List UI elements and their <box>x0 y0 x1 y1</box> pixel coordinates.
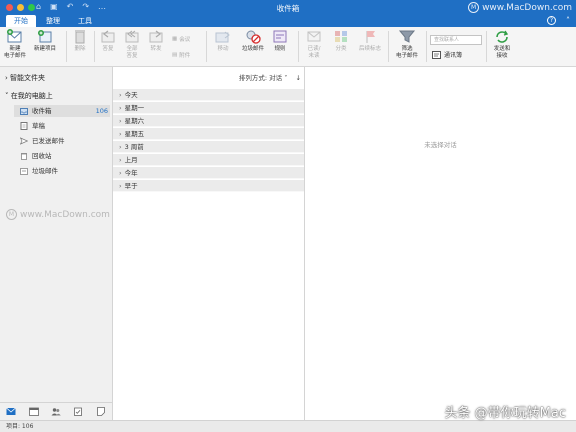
folder-trash[interactable]: 回收站 <box>20 150 108 162</box>
move-folder-icon <box>214 29 232 44</box>
watermark-logo-icon: M <box>6 209 17 220</box>
title-bar: ⌂ ▣ ↶ ↷ … 收件箱 M www.MacDown.com 开始 整理 工具… <box>0 0 576 27</box>
tasks-icon[interactable] <box>73 407 83 416</box>
search-people-input[interactable]: 查找联系人 <box>430 35 482 45</box>
tab-tools[interactable]: 工具 <box>70 15 100 27</box>
watermark-top: M www.MacDown.com <box>468 2 572 13</box>
inbox-icon <box>20 108 28 115</box>
rules-button[interactable]: 规则 <box>270 29 290 53</box>
new-email-button[interactable]: 新建 电子邮件 <box>4 29 26 59</box>
list-group-header[interactable]: 今年 <box>113 167 304 179</box>
watermark-top-text: www.MacDown.com <box>482 2 572 13</box>
attachment-icon: ▤ <box>172 52 178 58</box>
message-list: 排列方式: 对话 ˅ ↓ 今天 星期一 星期六 星期五 3 周前 上月 今年 早… <box>113 67 305 420</box>
junk-button[interactable]: 垃圾邮件 <box>240 29 266 53</box>
on-my-computer-header[interactable]: ˅ 在我的电脑上 <box>5 91 53 101</box>
chevron-down-icon: ˅ <box>284 74 288 82</box>
list-group-header[interactable]: 今天 <box>113 89 304 101</box>
address-book-icon <box>432 50 441 59</box>
list-group-header[interactable]: 3 周前 <box>113 141 304 153</box>
calendar-icon[interactable] <box>28 407 39 416</box>
sort-direction-icon[interactable]: ↓ <box>296 74 301 82</box>
category-squares-icon <box>332 29 350 44</box>
follow-up-button[interactable]: 后续标志 <box>356 29 384 53</box>
forward-button[interactable]: 转发 <box>146 29 166 53</box>
watermark-logo-icon: M <box>468 2 480 13</box>
send-receive-icon <box>493 29 511 44</box>
sort-control[interactable]: 排列方式: 对话 ˅ ↓ <box>113 72 301 82</box>
trash-can-icon <box>71 29 89 44</box>
notes-icon[interactable] <box>96 407 106 416</box>
sent-icon <box>20 137 28 145</box>
people-icon[interactable] <box>51 407 61 416</box>
ribbon-tabs: 开始 整理 工具 <box>6 15 100 27</box>
item-count: 项目: 106 <box>6 423 34 430</box>
tab-organize[interactable]: 整理 <box>38 15 68 27</box>
sort-label[interactable]: 排列方式: 对话 <box>239 74 282 82</box>
categorize-button[interactable]: 分类 <box>330 29 352 53</box>
empty-reading-pane-text: 未选择对话 <box>424 141 457 149</box>
reply-icon <box>99 29 117 44</box>
new-email-icon <box>6 29 24 44</box>
forward-icon <box>147 29 165 44</box>
module-switcher <box>0 402 112 420</box>
new-item-button[interactable]: 新建项目 <box>31 29 59 53</box>
mail-icon[interactable] <box>6 407 16 416</box>
filter-email-button[interactable]: 筛选 电子邮件 <box>392 29 422 59</box>
junk-block-icon <box>244 29 262 44</box>
folder-inbox[interactable]: 收件箱 106 <box>14 105 110 117</box>
delete-button[interactable]: 删除 <box>70 29 90 53</box>
envelope-icon <box>305 29 323 44</box>
meeting-button[interactable]: ▦ 会议 <box>172 35 190 43</box>
trash-icon <box>21 153 27 160</box>
folder-sent[interactable]: 已发送邮件 <box>20 135 108 147</box>
unread-count: 106 <box>95 107 108 115</box>
reply-button[interactable]: 答复 <box>98 29 118 53</box>
reading-pane: 未选择对话 <box>305 67 576 420</box>
move-button[interactable]: 移动 <box>210 29 236 53</box>
smart-folders-header[interactable]: › 智能文件夹 <box>5 73 45 83</box>
drafts-icon <box>20 122 28 130</box>
rules-icon <box>271 29 289 44</box>
help-icon[interactable]: ? <box>547 16 556 25</box>
junk-icon <box>20 168 28 175</box>
collapse-ribbon-icon[interactable]: ˄ <box>566 16 570 25</box>
list-group-header[interactable]: 星期六 <box>113 115 304 127</box>
list-group-header[interactable]: 早于 <box>113 180 304 192</box>
tab-home[interactable]: 开始 <box>6 15 36 27</box>
folder-drafts[interactable]: 草稿 <box>20 120 108 132</box>
status-bar: 项目: 106 <box>0 420 576 432</box>
list-group-header[interactable]: 星期一 <box>113 102 304 114</box>
reply-all-button[interactable]: 全部 答复 <box>122 29 142 59</box>
send-receive-button[interactable]: 发送和 接收 <box>490 29 514 59</box>
funnel-icon <box>398 29 416 44</box>
address-book-button[interactable]: 通讯簿 <box>432 50 462 59</box>
watermark-bottom: 头条 @带你玩转Mac <box>444 406 566 421</box>
list-group-header[interactable]: 上月 <box>113 154 304 166</box>
folder-junk[interactable]: 垃圾邮件 <box>20 165 108 177</box>
meeting-icon: ▦ <box>172 36 178 42</box>
attachment-button[interactable]: ▤ 附件 <box>172 51 190 59</box>
flag-icon <box>361 29 379 44</box>
ribbon: 新建 电子邮件 新建项目 删除 答复 全部 答复 转发 ▦ 会议 ▤ 附件 移动… <box>0 27 576 67</box>
list-group-header[interactable]: 星期五 <box>113 128 304 140</box>
folder-sidebar: › 智能文件夹 ˅ 在我的电脑上 收件箱 106 草稿 已发送邮件 回收站 垃圾… <box>0 67 113 420</box>
chevron-right-icon: › <box>5 74 8 82</box>
watermark-mid: M www.MacDown.com <box>6 209 110 220</box>
watermark-mid-text: www.MacDown.com <box>20 209 110 220</box>
chevron-down-icon: ˅ <box>5 92 9 100</box>
new-item-icon <box>36 29 54 44</box>
reply-all-icon <box>123 29 141 44</box>
read-unread-button[interactable]: 已读/ 未读 <box>302 29 326 59</box>
